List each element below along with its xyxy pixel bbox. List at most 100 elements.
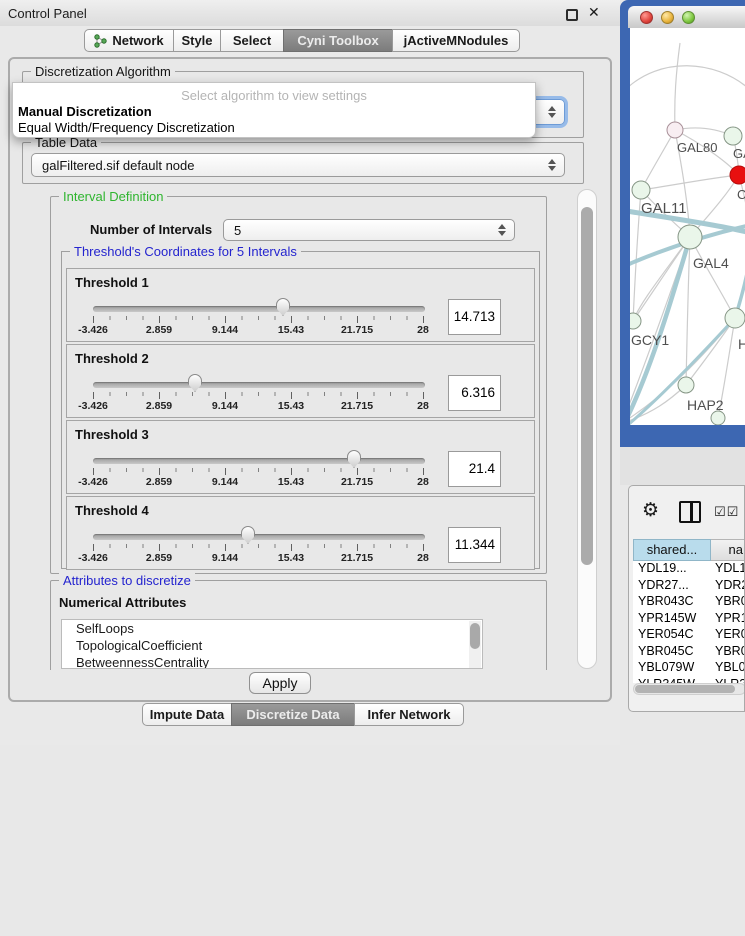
network-canvas[interactable]: GAL80 GA C GAL11 GAL4 GCY1 H HAP2 [630,28,745,425]
node-red-selected[interactable] [730,166,745,184]
threshold-1-slider[interactable] [93,306,425,312]
table-data-select[interactable]: galFiltered.sif default node [31,153,565,177]
threshold-3-value-field[interactable]: 21.4 [448,451,501,487]
group-title: Interval Definition [59,189,167,204]
threshold-2-panel: Threshold 2 -3.4262.8599.14415.4321.7152… [66,344,535,418]
node-gal11[interactable] [632,181,650,199]
tab-cyni-toolbox[interactable]: Cyni Toolbox [283,29,393,52]
table-row[interactable]: YBR043CYBR0 [633,594,745,611]
threshold-4-slider[interactable] [93,534,425,540]
list-item[interactable]: BetweennessCentrality [62,654,482,669]
number-of-intervals-label: Number of Intervals [90,222,212,237]
slider-ticks [93,316,425,323]
slider-ticks [93,544,425,551]
threshold-4-value-field[interactable]: 11.344 [448,527,501,563]
gear-icon[interactable]: ⚙ [642,499,659,522]
popup-item-equal-width-frequency[interactable]: Equal Width/Frequency Discretization [18,120,235,135]
columns-icon[interactable] [679,501,701,523]
node-hap2[interactable] [678,377,694,393]
group-title: Discretization Algorithm [31,64,175,79]
close-traffic-light-icon[interactable] [640,11,653,24]
threshold-1-slider-thumb[interactable] [276,298,290,316]
node-gal4[interactable] [678,225,702,249]
stepper-icon [498,224,506,236]
table-body: YDL19...YDL1 YDR27...YDR2 YBR043CYBR0 YP… [633,561,745,683]
number-of-intervals-value: 5 [234,223,241,238]
tab-discretize-data[interactable]: Discretize Data [231,703,355,726]
table-row[interactable]: YDL19...YDL1 [633,561,745,578]
stepper-icon [548,106,556,118]
threshold-3-panel: Threshold 3 -3.4262.8599.14415.4321.7152… [66,420,535,494]
control-panel-window: Control Panel ✕ Network Style Select Cyn… [0,0,620,745]
threshold-2-value-field[interactable]: 6.316 [448,375,501,411]
node-clipped-bottom[interactable] [711,411,725,425]
list-item[interactable]: SelfLoops [62,620,482,637]
vertical-scrollbar[interactable] [577,189,597,669]
zoom-traffic-light-icon[interactable] [682,11,695,24]
close-icon[interactable]: ✕ [588,4,604,22]
group-title: Attributes to discretize [59,573,195,588]
settings-scroll-area: Interval Definition Number of Intervals … [16,188,576,670]
table-row[interactable]: YBL079WYBL0 [633,660,745,677]
tab-impute-data[interactable]: Impute Data [142,703,232,726]
node-gcy1[interactable] [630,313,641,329]
cyni-bottom-tabs: Impute Data Discretize Data Infer Networ… [143,703,464,726]
threshold-3-slider-thumb[interactable] [347,450,361,468]
number-of-intervals-select[interactable]: 5 [223,219,515,241]
node-clipped-right-top[interactable] [724,127,742,145]
table-panel-strip: Table Panel [620,447,745,485]
control-panel-tabs: Network Style Select Cyni Toolbox jActiv… [85,29,520,52]
tab-style[interactable]: Style [173,29,221,52]
node-label: GAL11 [641,200,687,217]
threshold-2-slider-thumb[interactable] [188,374,202,392]
apply-button[interactable]: Apply [249,672,311,694]
horizontal-scrollbar[interactable] [633,683,745,695]
threshold-4-panel: Threshold 4 -3.4262.8599.14415.4321.7152… [66,496,535,570]
column-header-name[interactable]: na [711,539,745,561]
interval-definition-group: Interval Definition Number of Intervals … [50,196,547,574]
node-label: H [738,336,745,352]
node-label: GCY1 [631,332,669,348]
node-label: GAL4 [693,255,729,271]
popup-item-manual-discretization[interactable]: Manual Discretization [18,104,152,119]
scrollbar-thumb[interactable] [581,207,593,565]
tab-network[interactable]: Network [84,29,174,52]
slider-ticks [93,392,425,399]
select-columns-icon[interactable]: ☑☑ [714,504,739,520]
numerical-attributes-list: SelfLoops TopologicalCoefficient Between… [61,619,483,669]
table-row[interactable]: YER054CYER0 [633,627,745,644]
column-header-shared-name[interactable]: shared... [633,539,711,561]
threshold-4-slider-thumb[interactable] [241,526,255,544]
algorithm-dropdown-popup: Select algorithm to view settings Manual… [12,82,536,138]
tab-infer-network[interactable]: Infer Network [354,703,464,726]
network-view-window: GAL80 GA C GAL11 GAL4 GCY1 H HAP2 [620,0,745,447]
network-window-titlebar [628,6,745,28]
list-scrollbar[interactable] [469,621,481,669]
popup-placeholder: Select algorithm to view settings [13,88,535,103]
table-data-value: galFiltered.sif default node [42,158,194,173]
node-h[interactable] [725,308,745,328]
table-row[interactable]: YPR145WYPR1 [633,611,745,628]
list-item[interactable]: TopologicalCoefficient [62,637,482,654]
node-gal80[interactable] [667,122,683,138]
thresholds-group: Threshold's Coordinates for 5 Intervals … [61,251,540,569]
numerical-attributes-label: Numerical Attributes [59,595,186,610]
threshold-1-panel: Threshold 1 -3.4262.8599.14415.4321.7152… [66,268,535,342]
table-row[interactable]: YDR27...YDR2 [633,578,745,595]
control-panel-titlebar: Control Panel ✕ [0,0,620,26]
attributes-group: Attributes to discretize Numerical Attri… [50,580,547,670]
threshold-1-value-field[interactable]: 14.713 [448,299,501,335]
tab-jactivemnodules[interactable]: jActiveMNodules [392,29,520,52]
node-label: HAP2 [687,397,724,413]
stepper-icon [548,159,556,171]
threshold-2-slider[interactable] [93,382,425,388]
float-window-icon[interactable] [566,9,578,21]
tab-select[interactable]: Select [220,29,284,52]
table-data-group: Table Data galFiltered.sif default node [22,142,584,184]
cyni-toolbox-panel: Discretization Algorithm Table Data galF… [8,57,612,702]
threshold-3-slider[interactable] [93,458,425,464]
table-row[interactable]: YBR045CYBR0 [633,644,745,661]
scrollbar-thumb[interactable] [635,685,735,693]
table-header-row: shared... na [633,539,745,561]
minimize-traffic-light-icon[interactable] [661,11,674,24]
